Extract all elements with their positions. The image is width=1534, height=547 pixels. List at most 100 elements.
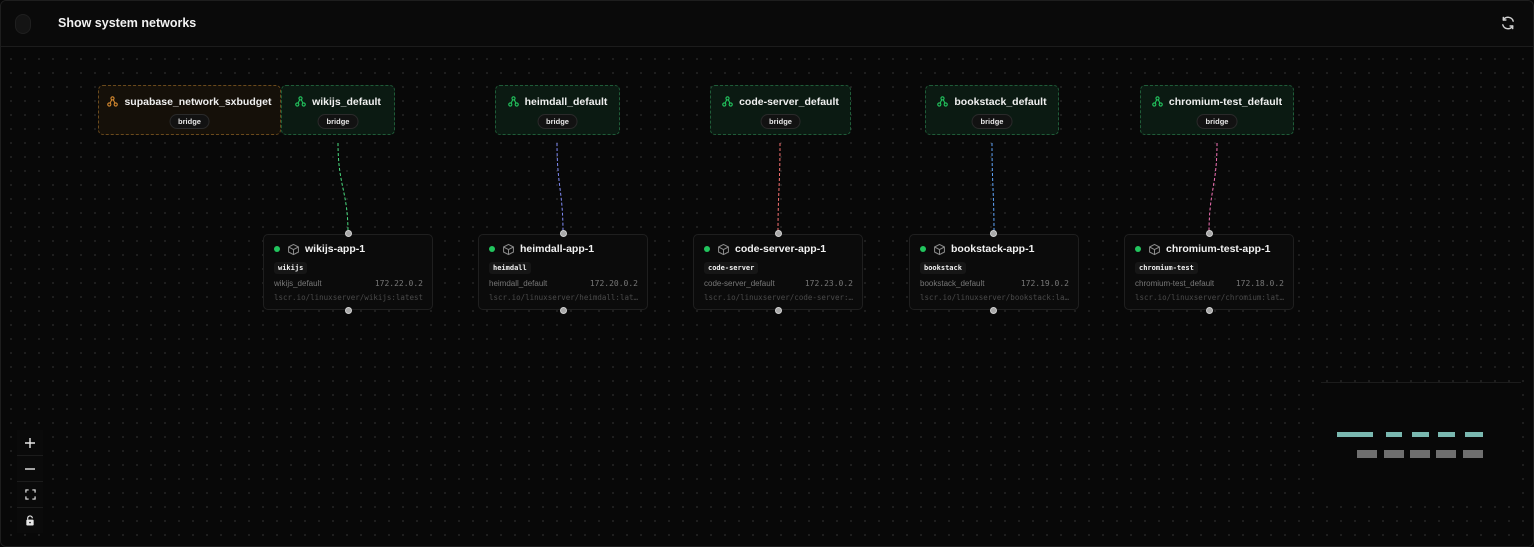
system-networks-toggle[interactable] [15, 14, 31, 34]
container-icon [287, 243, 300, 261]
minimap-network-node [1465, 432, 1483, 437]
minimap[interactable] [1321, 382, 1521, 499]
network-name: wikijs_default [312, 96, 381, 108]
status-running-dot [1135, 246, 1141, 252]
container-output-handle[interactable] [990, 307, 997, 314]
status-running-dot [704, 246, 710, 252]
zoom-out-button[interactable] [17, 456, 43, 482]
panel-header: Show system networks [1, 1, 1533, 47]
lock-icon [26, 515, 34, 526]
network-node-code-server[interactable]: code-server_default bridge [710, 85, 851, 135]
container-service-tag: bookstack [920, 262, 966, 274]
container-node-bookstack[interactable]: bookstack-app-1 bookstack bookstack_defa… [909, 234, 1079, 310]
container-network: bookstack_default [920, 279, 985, 288]
fit-view-button[interactable] [17, 482, 43, 508]
container-name: heimdall-app-1 [520, 243, 595, 255]
container-input-handle[interactable] [345, 230, 352, 237]
network-name: supabase_network_sxbudget [124, 96, 272, 108]
container-image: lscr.io/linuxserver/code-server:latest [704, 293, 854, 302]
container-node-wikijs[interactable]: wikijs-app-1 wikijs wikijs_default 172.2… [263, 234, 433, 310]
container-node-code-server[interactable]: code-server-app-1 code-server code-serve… [693, 234, 863, 310]
container-icon [502, 243, 515, 261]
network-node-wikijs[interactable]: wikijs_default bridge [281, 85, 395, 135]
container-service-tag: wikijs [274, 262, 308, 274]
lock-button[interactable] [17, 508, 43, 533]
container-network: heimdall_default [489, 279, 548, 288]
container-network: code-server_default [704, 279, 775, 288]
network-icon [107, 96, 119, 110]
network-driver-badge: bridge [760, 114, 801, 129]
container-output-handle[interactable] [775, 307, 782, 314]
container-ip: 172.23.0.2 [804, 279, 853, 288]
network-node-heimdall[interactable]: heimdall_default bridge [495, 85, 620, 135]
network-node-supabase[interactable]: supabase_network_sxbudget bridge [98, 85, 281, 135]
container-name: wikijs-app-1 [305, 243, 366, 255]
network-node-bookstack[interactable]: bookstack_default bridge [925, 85, 1059, 135]
minimap-container-node [1384, 450, 1404, 458]
container-image: lscr.io/linuxserver/bookstack:latest [920, 293, 1070, 302]
container-image: lscr.io/linuxserver/heimdall:latest [489, 293, 639, 302]
container-name: code-server-app-1 [735, 243, 827, 255]
container-service-tag: chromium-test [1135, 262, 1198, 274]
container-input-handle[interactable] [560, 230, 567, 237]
refresh-icon [1502, 16, 1514, 30]
minimap-network-node [1337, 432, 1373, 437]
network-graph-panel: Show system networks supabase_network_sx… [0, 0, 1534, 547]
container-network: wikijs_default [274, 279, 322, 288]
container-output-handle[interactable] [1206, 307, 1213, 314]
network-name: chromium-test_default [1168, 96, 1283, 108]
container-icon [933, 243, 946, 261]
container-node-chromium-test[interactable]: chromium-test-app-1 chromium-test chromi… [1124, 234, 1294, 310]
zoom-in-button[interactable] [17, 430, 43, 456]
container-image: lscr.io/linuxserver/wikijs:latest [274, 293, 424, 302]
network-icon [295, 96, 306, 110]
container-name: chromium-test-app-1 [1166, 243, 1271, 255]
page-title: Show system networks [58, 16, 197, 30]
network-driver-badge: bridge [317, 114, 359, 129]
network-name: bookstack_default [954, 96, 1047, 108]
container-output-handle[interactable] [560, 307, 567, 314]
network-node-chromium-test[interactable]: chromium-test_default bridge [1140, 85, 1294, 135]
container-image: lscr.io/linuxserver/chromium:latest [1135, 293, 1285, 302]
minimap-network-node [1412, 432, 1429, 437]
container-network: chromium-test_default [1135, 279, 1215, 288]
container-ip: 172.22.0.2 [374, 279, 423, 288]
refresh-button[interactable] [1500, 15, 1516, 31]
minimap-network-node [1438, 432, 1455, 437]
network-driver-badge: bridge [971, 114, 1013, 129]
container-output-handle[interactable] [345, 307, 352, 314]
plus-icon [25, 437, 35, 448]
status-running-dot [274, 246, 280, 252]
minimap-container-node [1463, 450, 1483, 458]
network-icon [507, 96, 519, 110]
container-ip: 172.19.0.2 [1020, 279, 1069, 288]
status-running-dot [489, 246, 495, 252]
container-input-handle[interactable] [990, 230, 997, 237]
container-ip: 172.18.0.2 [1235, 279, 1284, 288]
fit-view-icon [24, 489, 36, 500]
container-icon [1148, 243, 1161, 261]
minimap-container-node [1357, 450, 1377, 458]
container-input-handle[interactable] [775, 230, 782, 237]
minimap-network-node [1386, 432, 1402, 437]
network-driver-badge: bridge [537, 114, 578, 129]
container-input-handle[interactable] [1206, 230, 1213, 237]
container-service-tag: code-server [704, 262, 759, 274]
status-running-dot [920, 246, 926, 252]
network-icon [722, 96, 733, 110]
network-icon [1152, 96, 1163, 110]
minimap-container-node [1410, 450, 1430, 458]
network-driver-badge: bridge [1196, 114, 1238, 129]
container-node-heimdall[interactable]: heimdall-app-1 heimdall heimdall_default… [478, 234, 648, 310]
container-name: bookstack-app-1 [951, 243, 1035, 255]
graph-controls [17, 430, 43, 533]
network-icon [937, 96, 949, 110]
container-ip: 172.20.0.2 [589, 279, 638, 288]
network-name: heimdall_default [524, 96, 608, 108]
container-icon [717, 243, 730, 261]
minus-icon [25, 467, 35, 470]
network-name: code-server_default [739, 96, 839, 108]
container-service-tag: heimdall [489, 262, 531, 274]
network-driver-badge: bridge [169, 114, 210, 129]
minimap-container-node [1436, 450, 1456, 458]
